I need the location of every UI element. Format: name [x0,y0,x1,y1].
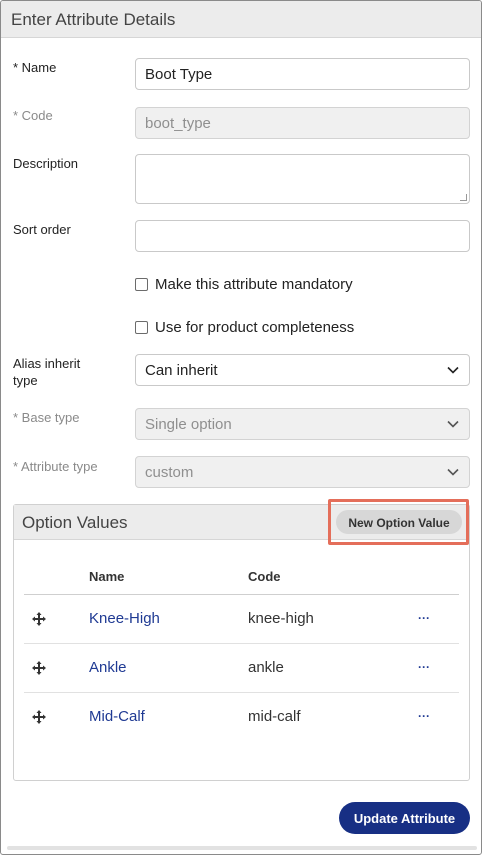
chevron-down-icon [446,465,460,479]
code-label: * Code [13,108,53,123]
code-input-value: boot_type [145,114,211,132]
chevron-down-icon [446,417,460,431]
panel-title: Enter Attribute Details [1,1,481,38]
more-icon[interactable]: ··· [418,709,430,723]
option-name-link[interactable]: Ankle [89,659,127,676]
completeness-checkbox[interactable] [135,321,148,334]
attribute-type-label: * Attribute type [13,459,98,474]
alias-inherit-select[interactable]: Can inherit [135,354,470,386]
completeness-label[interactable]: Use for product completeness [155,319,354,336]
mandatory-label[interactable]: Make this attribute mandatory [155,276,353,293]
column-header-code: Code [248,569,281,584]
option-code: mid-calf [248,708,301,725]
attribute-type-select: custom [135,456,470,488]
mandatory-checkbox[interactable] [135,278,148,291]
mandatory-checkbox-row[interactable]: Make this attribute mandatory [135,276,353,293]
code-input: boot_type [135,107,470,139]
alias-inherit-value: Can inherit [145,361,218,379]
row-divider [24,692,459,693]
alias-inherit-label: Alias inherit type [13,355,80,389]
name-input[interactable]: Boot Type [135,58,470,90]
option-code: knee-high [248,610,314,627]
resize-handle-icon[interactable] [460,194,467,201]
base-type-value: Single option [145,415,232,433]
name-input-value: Boot Type [145,65,213,83]
update-attribute-button[interactable]: Update Attribute [339,802,470,834]
chevron-down-icon [446,363,460,377]
name-label: * Name [13,60,57,75]
description-textarea[interactable] [135,154,470,204]
move-icon[interactable] [32,612,46,626]
sort-order-input[interactable] [135,220,470,252]
attribute-details-panel: Enter Attribute Details * Name Boot Type… [0,0,482,855]
more-icon[interactable]: ··· [418,660,430,674]
option-name-link[interactable]: Knee-High [89,610,160,627]
option-values-title: Option Values [22,513,128,532]
table-header-divider [24,594,459,595]
option-name-link[interactable]: Mid-Calf [89,708,145,725]
alias-inherit-label-line1: Alias inherit [13,356,81,371]
more-icon[interactable]: ··· [418,611,430,625]
horizontal-scrollbar[interactable] [7,846,477,850]
description-label: Description [13,156,79,171]
alias-inherit-label-line2: type [13,373,38,388]
new-option-value-button[interactable]: New Option Value [336,510,462,534]
sort-order-label: Sort order [13,222,71,237]
move-icon[interactable] [32,661,46,675]
move-icon[interactable] [32,710,46,724]
completeness-checkbox-row[interactable]: Use for product completeness [135,319,354,336]
option-code: ankle [248,659,284,676]
column-header-name: Name [89,569,125,584]
attribute-type-value: custom [145,463,194,481]
row-divider [24,643,459,644]
base-type-select: Single option [135,408,470,440]
base-type-label: * Base type [13,410,80,425]
